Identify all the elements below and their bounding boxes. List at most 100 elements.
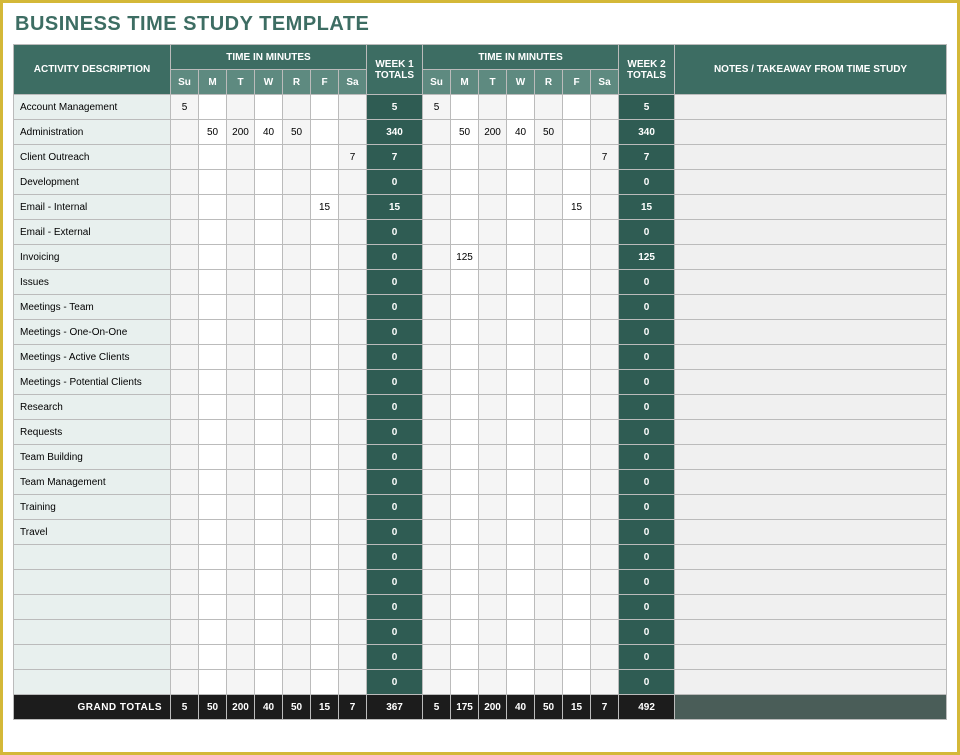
day-cell[interactable] <box>535 195 563 220</box>
day-cell[interactable] <box>507 420 535 445</box>
day-cell[interactable] <box>423 620 451 645</box>
notes-cell[interactable] <box>675 420 947 445</box>
day-cell[interactable] <box>227 420 255 445</box>
notes-cell[interactable] <box>675 195 947 220</box>
day-cell[interactable] <box>591 270 619 295</box>
day-cell[interactable] <box>339 395 367 420</box>
day-cell[interactable] <box>451 445 479 470</box>
day-cell[interactable] <box>311 370 339 395</box>
day-cell[interactable] <box>227 395 255 420</box>
day-cell[interactable] <box>563 445 591 470</box>
notes-cell[interactable] <box>675 270 947 295</box>
day-cell[interactable] <box>591 395 619 420</box>
day-cell[interactable] <box>227 270 255 295</box>
day-cell[interactable] <box>171 245 199 270</box>
day-cell[interactable] <box>591 670 619 695</box>
day-cell[interactable] <box>171 670 199 695</box>
day-cell[interactable] <box>283 170 311 195</box>
day-cell[interactable] <box>451 195 479 220</box>
day-cell[interactable] <box>479 670 507 695</box>
day-cell[interactable] <box>311 320 339 345</box>
day-cell[interactable] <box>199 670 227 695</box>
day-cell[interactable] <box>339 545 367 570</box>
day-cell[interactable] <box>199 270 227 295</box>
day-cell[interactable] <box>507 220 535 245</box>
day-cell[interactable] <box>423 545 451 570</box>
day-cell[interactable] <box>563 420 591 445</box>
day-cell[interactable] <box>311 620 339 645</box>
activity-cell[interactable]: Travel <box>14 520 171 545</box>
day-cell[interactable] <box>171 220 199 245</box>
activity-cell[interactable]: Administration <box>14 120 171 145</box>
day-cell[interactable] <box>479 570 507 595</box>
day-cell[interactable] <box>535 520 563 545</box>
day-cell[interactable] <box>171 170 199 195</box>
day-cell[interactable] <box>535 645 563 670</box>
day-cell[interactable] <box>255 95 283 120</box>
day-cell[interactable] <box>423 195 451 220</box>
day-cell[interactable] <box>591 570 619 595</box>
day-cell[interactable] <box>507 270 535 295</box>
day-cell[interactable] <box>479 270 507 295</box>
day-cell[interactable] <box>479 345 507 370</box>
day-cell[interactable] <box>311 270 339 295</box>
day-cell[interactable]: 50 <box>535 120 563 145</box>
day-cell[interactable] <box>563 370 591 395</box>
day-cell[interactable]: 50 <box>283 120 311 145</box>
day-cell[interactable]: 200 <box>479 120 507 145</box>
day-cell[interactable] <box>339 370 367 395</box>
day-cell[interactable] <box>451 395 479 420</box>
day-cell[interactable] <box>535 545 563 570</box>
day-cell[interactable]: 200 <box>227 120 255 145</box>
day-cell[interactable] <box>535 620 563 645</box>
day-cell[interactable] <box>227 595 255 620</box>
day-cell[interactable] <box>563 245 591 270</box>
day-cell[interactable] <box>423 145 451 170</box>
activity-cell[interactable] <box>14 645 171 670</box>
day-cell[interactable] <box>311 595 339 620</box>
activity-cell[interactable]: Meetings - One-On-One <box>14 320 171 345</box>
day-cell[interactable] <box>451 670 479 695</box>
activity-cell[interactable] <box>14 620 171 645</box>
day-cell[interactable]: 15 <box>311 195 339 220</box>
day-cell[interactable]: 5 <box>171 95 199 120</box>
day-cell[interactable] <box>591 545 619 570</box>
day-cell[interactable] <box>283 420 311 445</box>
day-cell[interactable] <box>171 120 199 145</box>
day-cell[interactable] <box>199 620 227 645</box>
day-cell[interactable] <box>507 95 535 120</box>
day-cell[interactable] <box>423 370 451 395</box>
day-cell[interactable] <box>171 570 199 595</box>
day-cell[interactable] <box>451 345 479 370</box>
day-cell[interactable] <box>255 320 283 345</box>
day-cell[interactable] <box>311 170 339 195</box>
day-cell[interactable] <box>283 495 311 520</box>
day-cell[interactable] <box>479 520 507 545</box>
day-cell[interactable] <box>451 170 479 195</box>
day-cell[interactable] <box>171 520 199 545</box>
day-cell[interactable] <box>479 95 507 120</box>
day-cell[interactable] <box>283 645 311 670</box>
day-cell[interactable] <box>171 645 199 670</box>
notes-cell[interactable] <box>675 570 947 595</box>
notes-cell[interactable] <box>675 170 947 195</box>
day-cell[interactable] <box>283 345 311 370</box>
day-cell[interactable] <box>479 445 507 470</box>
day-cell[interactable] <box>311 495 339 520</box>
day-cell[interactable] <box>535 670 563 695</box>
day-cell[interactable] <box>339 170 367 195</box>
day-cell[interactable] <box>563 120 591 145</box>
day-cell[interactable] <box>423 645 451 670</box>
day-cell[interactable] <box>535 320 563 345</box>
day-cell[interactable] <box>563 470 591 495</box>
day-cell[interactable] <box>591 420 619 445</box>
day-cell[interactable] <box>227 95 255 120</box>
day-cell[interactable] <box>255 195 283 220</box>
day-cell[interactable] <box>591 95 619 120</box>
day-cell[interactable] <box>311 545 339 570</box>
day-cell[interactable] <box>199 145 227 170</box>
day-cell[interactable] <box>283 670 311 695</box>
day-cell[interactable] <box>255 395 283 420</box>
day-cell[interactable] <box>591 620 619 645</box>
day-cell[interactable] <box>535 370 563 395</box>
